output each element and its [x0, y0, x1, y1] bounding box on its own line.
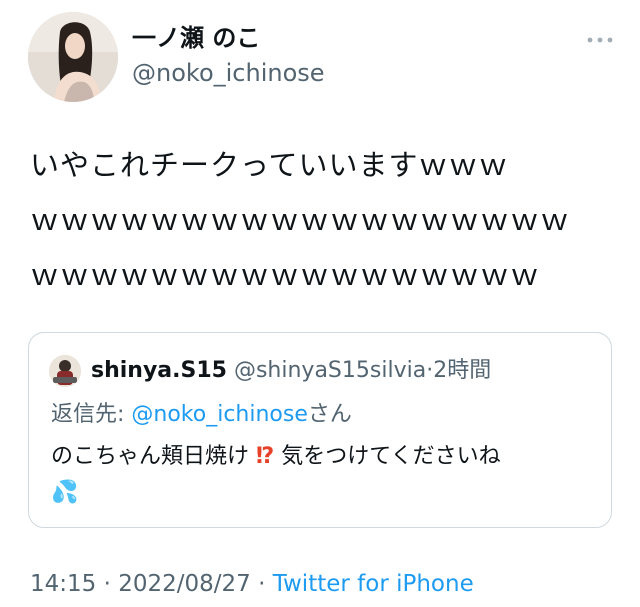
- quoted-author-name[interactable]: shinya.S15: [91, 358, 227, 383]
- tweet-date[interactable]: 2022/08/27: [118, 571, 251, 597]
- quoted-tweet-time[interactable]: 2時間: [433, 358, 491, 383]
- reply-to-mention[interactable]: @noko_ichinose: [131, 402, 307, 427]
- tweet-time[interactable]: 14:15: [30, 571, 96, 597]
- reply-to-label: 返信先:: [51, 402, 132, 427]
- exclamation-question-icon: ⁉: [256, 444, 275, 469]
- quoted-author-avatar[interactable]: [49, 355, 81, 387]
- more-horizontal-icon[interactable]: [584, 30, 616, 50]
- tweet-meta-footer: 14:15 · 2022/08/27 · Twitter for iPhone: [30, 568, 474, 600]
- quoted-tweet-header: shinya.S15 @shinyaS15silvia·2時間: [91, 355, 491, 387]
- footer-separator: ·: [250, 571, 273, 597]
- tweet-text-line: いやこれチークっていいますｗｗｗ: [30, 148, 509, 182]
- quoted-text-part: 気をつけてくださいね: [281, 444, 501, 469]
- reply-to-suffix: さん: [307, 402, 352, 427]
- sweat-droplets-icon: 💦: [51, 480, 79, 505]
- author-display-name[interactable]: 一ノ瀬 のこ: [132, 22, 260, 54]
- footer-separator: ·: [96, 571, 119, 597]
- tweet-text: いやこれチークっていいますｗｗｗ ｗｗｗｗｗｗｗｗｗｗｗｗｗｗｗｗｗｗ ｗｗｗｗ…: [30, 138, 614, 303]
- tweet-text-line: ｗｗｗｗｗｗｗｗｗｗｗｗｗｗｗｗｗ: [30, 258, 541, 292]
- quoted-tweet-card[interactable]: shinya.S15 @shinyaS15silvia·2時間 返信先: @no…: [28, 332, 612, 528]
- tweet-source-link[interactable]: Twitter for iPhone: [273, 571, 474, 597]
- author-avatar[interactable]: [28, 12, 118, 102]
- quoted-text-part: のこちゃん頬日焼け: [51, 444, 250, 469]
- quoted-tweet-text: のこちゃん頬日焼け ⁉ 気をつけてくださいね 💦: [51, 439, 501, 511]
- author-handle[interactable]: @noko_ichinose: [132, 57, 325, 89]
- quoted-author-handle[interactable]: @shinyaS15silvia: [234, 358, 426, 383]
- quoted-reply-to: 返信先: @noko_ichinoseさん: [51, 399, 352, 431]
- tweet-text-line: ｗｗｗｗｗｗｗｗｗｗｗｗｗｗｗｗｗｗ: [30, 203, 571, 237]
